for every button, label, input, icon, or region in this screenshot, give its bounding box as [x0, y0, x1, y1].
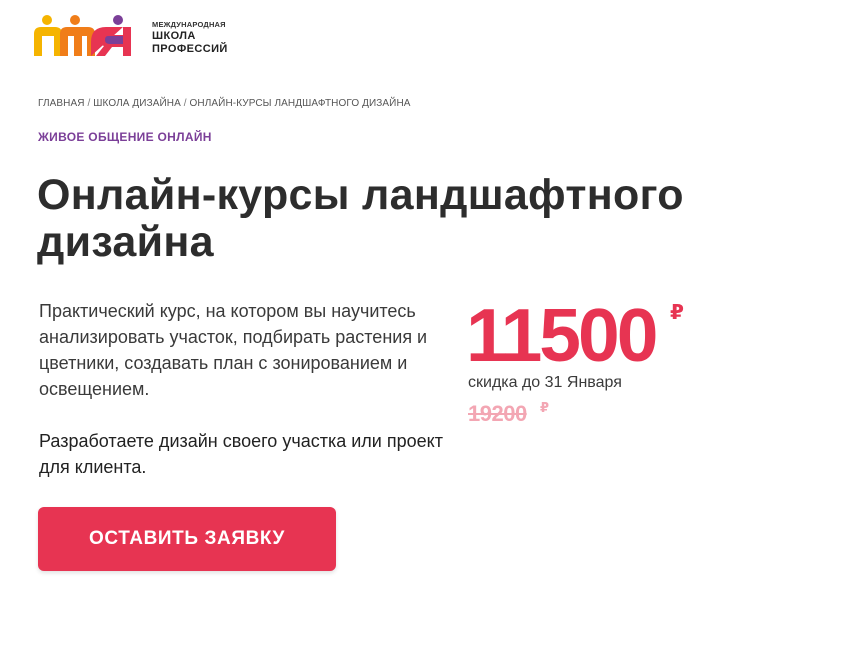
- course-outcome: Разработаете дизайн своего участка или п…: [39, 431, 443, 477]
- page-title: Онлайн-курсы ландшафтного дизайна: [37, 171, 684, 266]
- old-currency-symbol: ₽: [540, 400, 550, 415]
- breadcrumb-design-school-link[interactable]: ШКОЛА ДИЗАЙНА: [93, 98, 181, 109]
- tagline: ЖИВОЕ ОБЩЕНИЕ ОНЛАЙН: [38, 130, 212, 144]
- breadcrumb-current: ОНЛАЙН-КУРСЫ ЛАНДШАФТНОГО ДИЗАЙНА: [189, 98, 411, 109]
- submit-request-button[interactable]: ОСТАВИТЬ ЗАЯВКУ: [38, 507, 336, 571]
- breadcrumb-separator: /: [183, 98, 187, 109]
- old-price: 19200: [468, 401, 527, 426]
- discount-note: скидка до 31 Января: [468, 374, 622, 391]
- course-description: Практический курс, на котором вы научите…: [39, 301, 428, 399]
- logo-line2: ШКОЛА: [152, 29, 196, 42]
- logo-mark-icon: [34, 15, 131, 56]
- currency-symbol: ₽: [670, 302, 684, 324]
- breadcrumb-separator: /: [87, 98, 91, 109]
- breadcrumb-home-link[interactable]: ГЛАВНАЯ: [38, 98, 85, 109]
- breadcrumb: ГЛАВНАЯ / ШКОЛА ДИЗАЙНА / ОНЛАЙН-КУРСЫ Л…: [38, 98, 411, 109]
- logo-line1: МЕЖДУНАРОДНАЯ: [152, 20, 226, 29]
- logo-line3: ПРОФЕССИЙ: [152, 42, 228, 55]
- current-price: 11500: [466, 293, 658, 377]
- school-logo[interactable]: МЕЖДУНАРОДНАЯ ШКОЛА ПРОФЕССИЙ: [34, 14, 244, 58]
